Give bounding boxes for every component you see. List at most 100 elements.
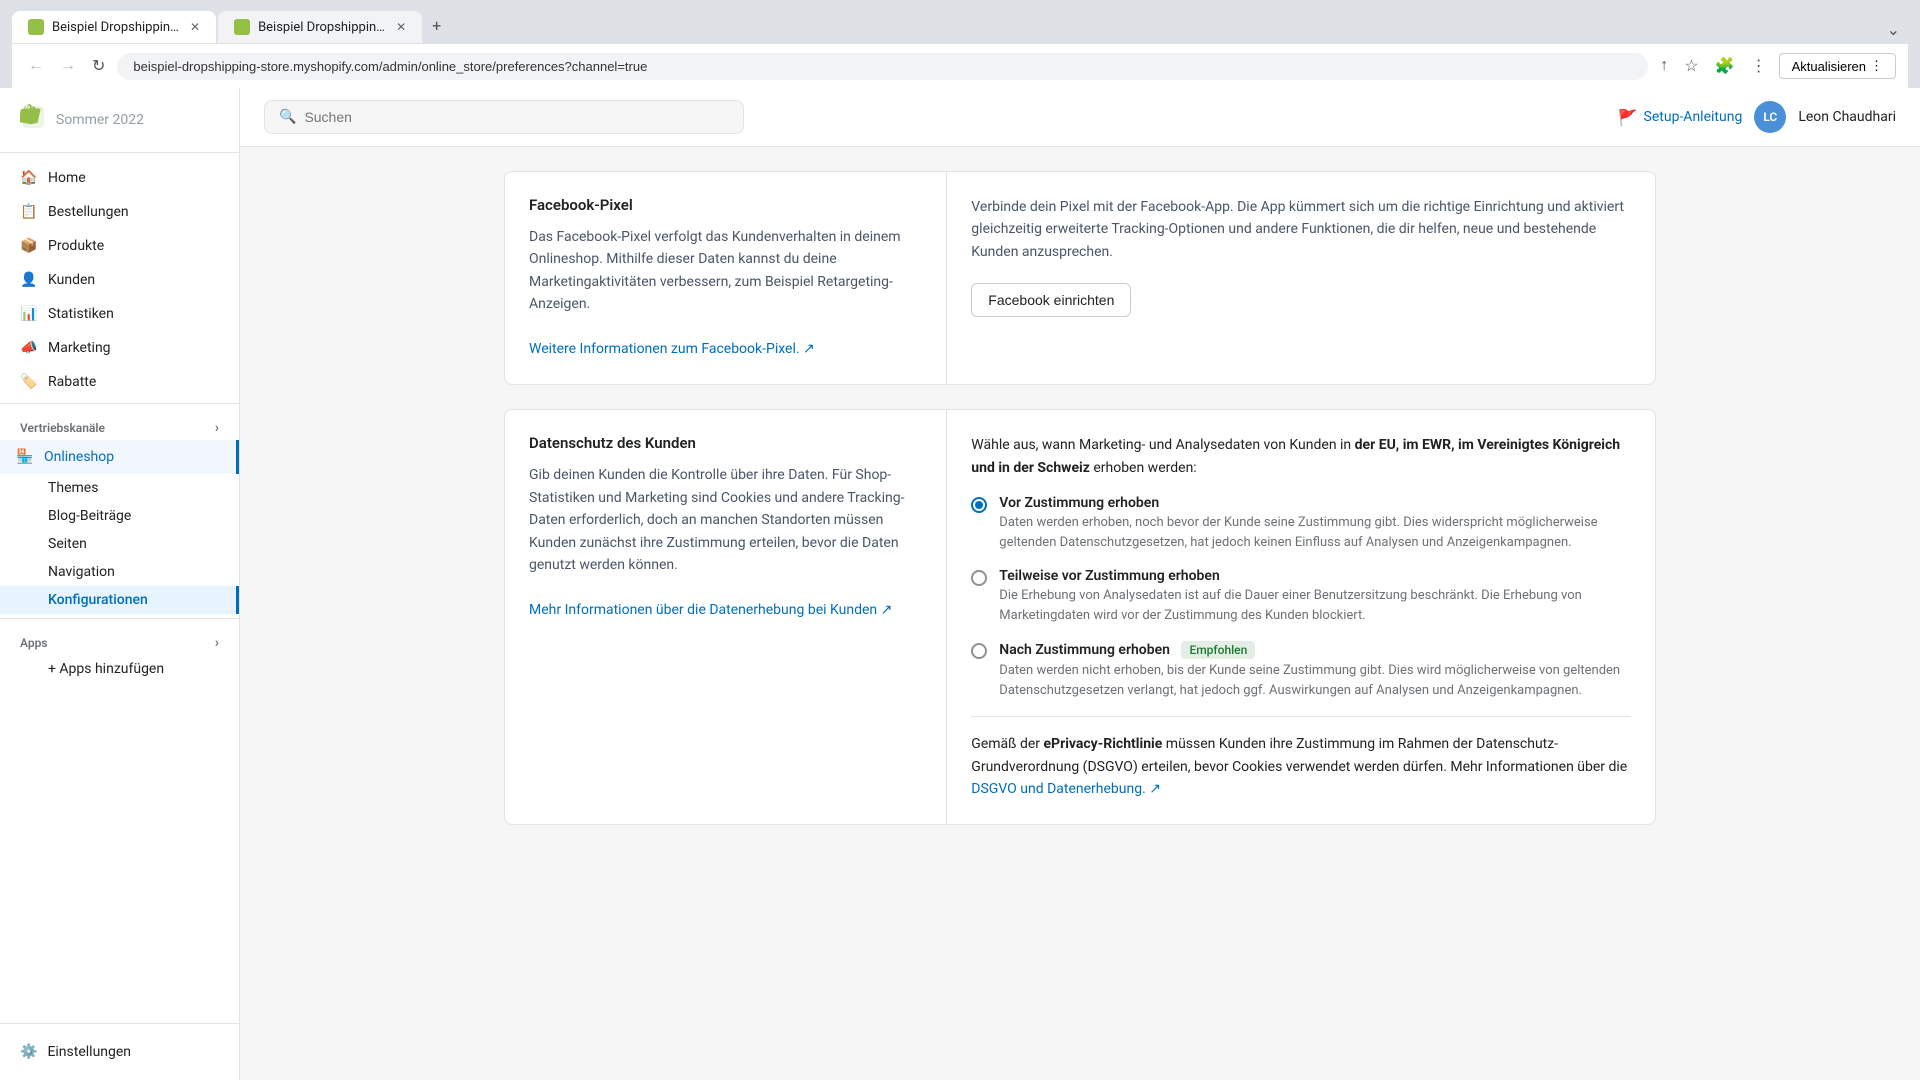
- facebook-pixel-title: Facebook-Pixel: [529, 196, 922, 214]
- address-input[interactable]: [117, 53, 1648, 80]
- sidebar-marketing-label: Marketing: [48, 340, 111, 356]
- datenschutz-section: Datenschutz des Kunden Gib deinen Kunden…: [504, 409, 1656, 825]
- empfohlen-badge: Empfohlen: [1181, 641, 1255, 659]
- sidebar-item-seiten[interactable]: Seiten: [0, 530, 239, 558]
- extensions-button[interactable]: 🧩: [1711, 52, 1739, 80]
- browser-tabs: Beispiel Dropshipping Store ·... ✕ Beisp…: [12, 8, 1908, 43]
- datenschutz-bold-region: der EU, im EWR, im Vereinigtes Königreic…: [971, 437, 1620, 475]
- sidebar-item-konfigurationen[interactable]: Konfigurationen: [0, 586, 239, 614]
- browser-tab-active[interactable]: Beispiel Dropshipping Store ·... ✕: [12, 11, 216, 43]
- facebook-pixel-right: Verbinde dein Pixel mit der Facebook-App…: [947, 172, 1655, 384]
- home-icon: 🏠: [20, 169, 38, 187]
- avatar: LC: [1754, 101, 1786, 133]
- radio-nach-zustimmung-desc: Daten werden nicht erhoben, bis der Kund…: [999, 661, 1631, 700]
- sidebar-item-onlineshop[interactable]: 🏪 Onlineshop: [0, 440, 239, 474]
- external-link-icon: ↗: [803, 341, 815, 357]
- radio-vor-zustimmung[interactable]: [971, 497, 987, 513]
- bookmark-button[interactable]: ☆: [1680, 52, 1702, 80]
- forward-button[interactable]: →: [56, 53, 80, 79]
- radio-vor-zustimmung-content: Vor Zustimmung erhoben Daten werden erho…: [999, 495, 1631, 552]
- datenschutz-external-icon: ↗: [881, 602, 893, 618]
- update-button[interactable]: Aktualisieren ⋮: [1779, 53, 1896, 79]
- search-icon: 🔍: [279, 109, 296, 125]
- sidebar-home-label: Home: [48, 170, 86, 186]
- browser-tab-inactive[interactable]: Beispiel Dropshipping Store ✕: [218, 11, 422, 43]
- user-name[interactable]: Leon Chaudhari: [1798, 109, 1896, 125]
- main-content: Facebook-Pixel Das Facebook-Pixel verfol…: [240, 147, 1920, 1080]
- top-bar: 🔍 🚩 Setup-Anleitung LC Leon Chaudhari: [240, 88, 1920, 147]
- update-icon: ⋮: [1870, 58, 1883, 74]
- stats-icon: 📊: [20, 305, 38, 323]
- tab-favicon-2: [234, 19, 250, 35]
- browser-chrome: Beispiel Dropshipping Store ·... ✕ Beisp…: [0, 0, 1920, 88]
- tab-close-active[interactable]: ✕: [190, 20, 200, 34]
- tab-close-inactive[interactable]: ✕: [396, 20, 406, 34]
- facebook-pixel-right-text: Verbinde dein Pixel mit der Facebook-App…: [971, 196, 1631, 263]
- datenschutz-desc: Gib deinen Kunden die Kontrolle über ihr…: [529, 464, 922, 621]
- search-box[interactable]: 🔍: [264, 100, 744, 134]
- datenschutz-right-title: Wähle aus, wann Marketing- und Analyseda…: [971, 434, 1631, 479]
- sidebar-item-kunden[interactable]: 👤 Kunden: [0, 263, 239, 297]
- radio-nach-zustimmung[interactable]: [971, 643, 987, 659]
- facebook-pixel-desc: Das Facebook-Pixel verfolgt das Kundenve…: [529, 226, 922, 360]
- shopify-logo-icon: S: [20, 104, 46, 136]
- radio-nach-zustimmung-label: Nach Zustimmung erhoben Empfohlen: [999, 641, 1631, 659]
- eprivacy-bold: ePrivacy-Richtlinie: [1043, 736, 1162, 752]
- sidebar-item-home[interactable]: 🏠 Home: [0, 161, 239, 195]
- apps-label[interactable]: Apps ›: [0, 623, 239, 655]
- sidebar-item-settings[interactable]: ⚙️ Einstellungen: [20, 1036, 219, 1068]
- radio-teilweise-label: Teilweise vor Zustimmung erhoben: [999, 568, 1631, 584]
- radio-option-vor-zustimmung: Vor Zustimmung erhoben Daten werden erho…: [971, 495, 1631, 552]
- rabatte-icon: 🏷️: [20, 373, 38, 391]
- settings-label: Einstellungen: [47, 1044, 131, 1060]
- vertriebskanaele-section: Vertriebskanäle › 🏪 Onlineshop Themes Bl…: [0, 403, 239, 614]
- sidebar-item-blog-beitraege[interactable]: Blog-Beiträge: [0, 502, 239, 530]
- sidebar-item-produkte[interactable]: 📦 Produkte: [0, 229, 239, 263]
- sidebar-item-bestellungen[interactable]: 📋 Bestellungen: [0, 195, 239, 229]
- sidebar-item-statistiken[interactable]: 📊 Statistiken: [0, 297, 239, 331]
- facebook-einrichten-button[interactable]: Facebook einrichten: [971, 283, 1131, 317]
- datenschutz-right: Wähle aus, wann Marketing- und Analyseda…: [947, 410, 1655, 824]
- tab-favicon: [28, 19, 44, 35]
- facebook-pixel-content: Facebook-Pixel Das Facebook-Pixel verfol…: [505, 172, 1655, 384]
- setup-anleitung-button[interactable]: 🚩 Setup-Anleitung: [1618, 108, 1743, 127]
- datenschutz-link[interactable]: Mehr Informationen über die Datenerhebun…: [529, 602, 892, 618]
- sidebar-item-rabatte[interactable]: 🏷️ Rabatte: [0, 365, 239, 399]
- vertriebskanaele-label[interactable]: Vertriebskanäle ›: [0, 408, 239, 440]
- search-input[interactable]: [304, 109, 729, 125]
- menu-button[interactable]: ⋮: [1747, 52, 1771, 80]
- radio-teilweise-content: Teilweise vor Zustimmung erhoben Die Erh…: [999, 568, 1631, 625]
- datenschutz-title: Datenschutz des Kunden: [529, 434, 922, 452]
- datenschutz-content: Datenschutz des Kunden Gib deinen Kunden…: [505, 410, 1655, 824]
- dsgvo-link[interactable]: DSGVO und Datenerhebung. ↗: [971, 781, 1161, 797]
- sidebar-item-navigation[interactable]: Navigation: [0, 558, 239, 586]
- radio-vor-zustimmung-desc: Daten werden erhoben, noch bevor der Kun…: [999, 513, 1631, 552]
- radio-option-nach-zustimmung: Nach Zustimmung erhoben Empfohlen Daten …: [971, 641, 1631, 700]
- svg-text:S: S: [29, 110, 36, 124]
- tab-dropdown[interactable]: ⌄: [1879, 16, 1908, 43]
- top-bar-actions: 🚩 Setup-Anleitung LC Leon Chaudhari: [1618, 101, 1896, 133]
- radio-teilweise[interactable]: [971, 570, 987, 586]
- back-button[interactable]: ←: [24, 53, 48, 79]
- sidebar-logo-text: Sommer 2022: [56, 112, 144, 128]
- sidebar-item-add-apps[interactable]: + Apps hinzufügen: [0, 655, 239, 683]
- datenschutz-info-text: Gemäß der ePrivacy-Richtlinie müssen Kun…: [971, 716, 1631, 800]
- sidebar-statistiken-label: Statistiken: [48, 306, 114, 322]
- refresh-button[interactable]: ↻: [88, 52, 109, 80]
- radio-option-teilweise: Teilweise vor Zustimmung erhoben Die Erh…: [971, 568, 1631, 625]
- onlineshop-icon: 🏪: [16, 448, 34, 466]
- flag-icon: 🚩: [1618, 108, 1638, 127]
- facebook-pixel-left: Facebook-Pixel Das Facebook-Pixel verfol…: [505, 172, 947, 384]
- share-button[interactable]: ↑: [1656, 53, 1672, 79]
- content-wrapper: Facebook-Pixel Das Facebook-Pixel verfol…: [480, 147, 1680, 873]
- radio-group-consent: Vor Zustimmung erhoben Daten werden erho…: [971, 495, 1631, 700]
- orders-icon: 📋: [20, 203, 38, 221]
- app-layout: S Sommer 2022 🏠 Home 📋 Bestellungen 📦 Pr…: [0, 88, 1920, 1080]
- new-tab-button[interactable]: +: [424, 8, 449, 43]
- sidebar-item-themes[interactable]: Themes: [0, 474, 239, 502]
- facebook-pixel-link[interactable]: Weitere Informationen zum Facebook-Pixel…: [529, 341, 815, 357]
- vertriebskanaele-arrow: ›: [215, 420, 219, 436]
- sidebar-item-marketing[interactable]: 📣 Marketing: [0, 331, 239, 365]
- tab-label-inactive: Beispiel Dropshipping Store: [258, 20, 388, 35]
- sidebar-navigation: 🏠 Home 📋 Bestellungen 📦 Produkte 👤 Kunde…: [0, 153, 239, 1023]
